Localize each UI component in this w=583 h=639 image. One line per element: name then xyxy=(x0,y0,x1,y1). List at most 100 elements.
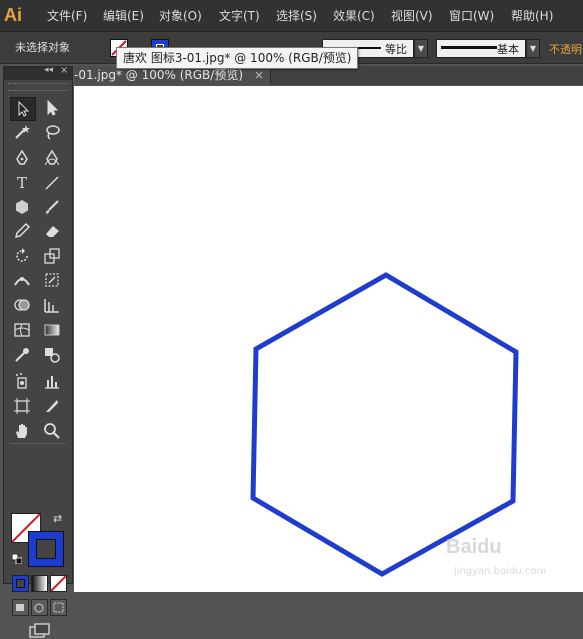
symbol-sprayer-icon xyxy=(16,373,27,389)
draw-behind-icon xyxy=(34,603,44,613)
document-tooltip: 唐欢 图标3-01.jpg* @ 100% (RGB/预览) xyxy=(116,47,359,69)
line-icon xyxy=(45,176,59,190)
close-icon[interactable]: × xyxy=(60,65,68,76)
draw-inside-icon xyxy=(53,602,64,613)
free-transform-icon xyxy=(45,273,59,287)
menu-object[interactable]: 对象(O) xyxy=(159,7,202,25)
artboard[interactable] xyxy=(74,86,583,592)
curvature-tool[interactable] xyxy=(40,147,64,169)
shape-builder-tool[interactable] xyxy=(10,294,34,316)
pencil-tool[interactable] xyxy=(10,220,34,242)
scale-icon xyxy=(44,248,60,264)
rotate-tool[interactable] xyxy=(10,245,34,267)
pen-nib-icon xyxy=(16,149,28,165)
draw-normal-button[interactable] xyxy=(12,599,29,616)
menu-effect[interactable]: 效果(C) xyxy=(333,7,375,25)
magic-wand-tool[interactable] xyxy=(10,121,34,143)
draw-inside-button[interactable] xyxy=(50,599,67,616)
column-graph-tool[interactable] xyxy=(40,370,64,392)
perspective-grid-tool[interactable] xyxy=(40,294,64,316)
direct-selection-tool[interactable] xyxy=(40,97,64,119)
gradient-tool[interactable] xyxy=(40,319,64,341)
brush-definition-dropdown[interactable]: 基本 xyxy=(436,39,526,58)
paintbrush-icon xyxy=(46,200,59,214)
profile-label: 基本 xyxy=(497,43,519,56)
blend-icon xyxy=(45,348,60,363)
menu-view[interactable]: 视图(V) xyxy=(391,7,433,25)
tools-panel: ◂◂ × T ⇄ xyxy=(3,65,73,638)
shape-builder-icon xyxy=(14,299,30,311)
none-slash-icon xyxy=(50,575,67,592)
opacity-label[interactable]: 不透明 xyxy=(549,41,582,57)
swap-fill-stroke-icon[interactable]: ⇄ xyxy=(53,512,62,525)
paintbrush-tool[interactable] xyxy=(40,196,64,218)
free-transform-tool[interactable] xyxy=(40,269,64,291)
menu-type[interactable]: 文字(T) xyxy=(219,7,260,25)
arrow-pointer-icon xyxy=(18,100,30,117)
draw-normal-icon xyxy=(16,604,24,611)
pencil-icon xyxy=(14,222,31,239)
collapse-icon[interactable]: ◂◂ xyxy=(44,65,53,75)
stroke-swatch-hole xyxy=(36,539,56,559)
menu-window[interactable]: 窗口(W) xyxy=(449,7,494,25)
stroke-style-label: 等比 xyxy=(385,43,407,56)
type-t-icon: T xyxy=(16,174,27,192)
artboard-icon xyxy=(14,398,30,414)
hand-icon xyxy=(16,424,27,438)
panel-grip[interactable] xyxy=(8,83,68,91)
screen-mode-icon[interactable] xyxy=(29,623,51,639)
type-tool[interactable]: T xyxy=(10,172,34,194)
app-logo: Ai xyxy=(4,5,22,25)
slice-tool[interactable] xyxy=(40,395,64,417)
menu-select[interactable]: 选择(S) xyxy=(276,7,317,25)
gradient-icon xyxy=(44,324,60,336)
menu-file[interactable]: 文件(F) xyxy=(47,7,87,25)
perspective-grid-icon xyxy=(44,299,59,313)
zoom-tool[interactable] xyxy=(40,420,64,442)
watermark-logo: Baidu xyxy=(446,536,502,558)
color-button[interactable] xyxy=(12,575,29,592)
menu-help[interactable]: 帮助(H) xyxy=(511,7,553,25)
mesh-icon xyxy=(14,323,30,337)
line-segment-tool[interactable] xyxy=(40,172,64,194)
slice-knife-icon xyxy=(46,400,58,412)
eraser-tool[interactable] xyxy=(40,220,64,242)
color-button-hole xyxy=(16,579,25,588)
gradient-button[interactable] xyxy=(31,575,48,592)
hexagon-icon xyxy=(16,200,28,214)
none-button[interactable] xyxy=(50,575,67,592)
magnifier-icon xyxy=(44,423,60,439)
polygon-tool[interactable] xyxy=(10,196,34,218)
scale-tool[interactable] xyxy=(40,245,64,267)
selection-status: 未选择对象 xyxy=(15,41,70,54)
mesh-tool[interactable] xyxy=(10,319,34,341)
selection-tool[interactable] xyxy=(10,97,36,121)
default-fill-stroke-icon[interactable] xyxy=(12,554,22,564)
draw-behind-button[interactable] xyxy=(31,599,48,616)
toolbox-divider xyxy=(10,443,66,444)
menu-bar: Ai 文件(F) 编辑(E) 对象(O) 文字(T) 选择(S) 效果(C) 视… xyxy=(0,0,583,32)
chevron-down-icon[interactable]: ▼ xyxy=(526,39,540,58)
hexagon-shape[interactable] xyxy=(74,86,583,592)
tools-panel-header[interactable]: ◂◂ × xyxy=(4,65,72,80)
basic-brush-preview xyxy=(441,46,497,49)
lasso-tool[interactable] xyxy=(40,121,64,143)
eraser-icon xyxy=(46,226,59,237)
lasso-icon xyxy=(46,125,60,140)
eyedropper-tool[interactable] xyxy=(10,344,34,366)
curvature-pen-icon xyxy=(44,149,60,166)
symbol-sprayer-tool[interactable] xyxy=(10,370,34,392)
magic-wand-icon xyxy=(15,125,30,139)
stroke-swatch[interactable] xyxy=(28,531,64,567)
watermark-url: jingyan.baidu.com xyxy=(454,566,547,577)
menu-edit[interactable]: 编辑(E) xyxy=(103,7,144,25)
blend-tool[interactable] xyxy=(40,344,64,366)
hand-tool[interactable] xyxy=(10,420,34,442)
pen-tool[interactable] xyxy=(10,147,34,169)
artboard-tool[interactable] xyxy=(10,395,34,417)
width-tool[interactable] xyxy=(10,269,34,291)
chevron-down-icon[interactable]: ▼ xyxy=(414,39,428,58)
rotate-icon xyxy=(16,248,28,262)
column-graph-icon xyxy=(45,376,59,389)
width-tool-icon xyxy=(14,277,30,286)
